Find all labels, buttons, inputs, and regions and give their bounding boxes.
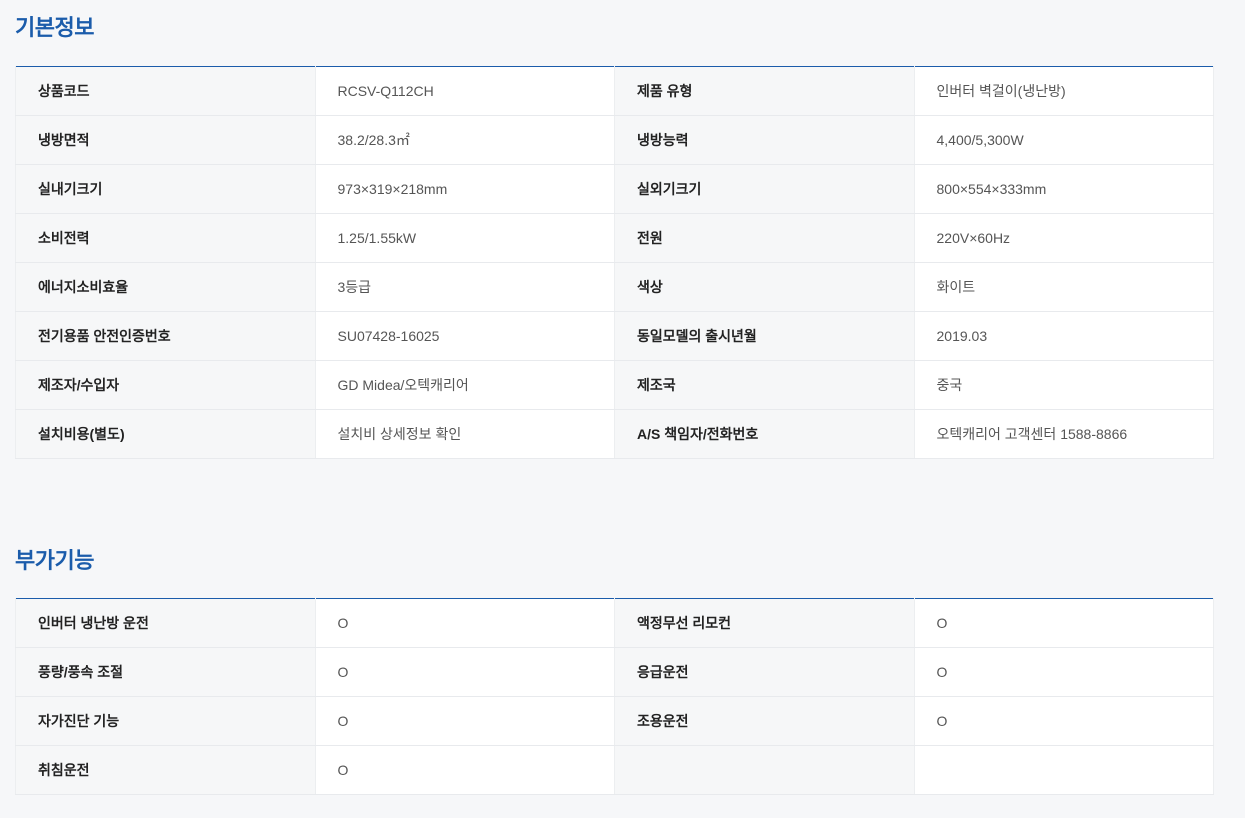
spec-value: 설치비 상세정보 확인 xyxy=(315,409,615,459)
basic-info-table: 상품코드 RCSV-Q112CH 제품 유형 인버터 벽걸이(냉난방) 냉방면적 38.2… xyxy=(15,66,1214,459)
spec-label: 동일모델의 출시년월 xyxy=(614,311,915,361)
spec-value: SU07428-16025 xyxy=(315,311,615,361)
table-row: 인버터 냉난방 운전 O 액정무선 리모컨 O xyxy=(15,598,1214,648)
table-row: 취침운전 O xyxy=(15,745,1214,795)
table-row: 제조자/수입자 GD Midea/오텍캐리어 제조국 중국 xyxy=(15,360,1214,410)
spec-label: 제조자/수입자 xyxy=(15,360,316,410)
spec-label: 실내기크기 xyxy=(15,164,316,214)
spec-value: O xyxy=(315,598,615,648)
spec-value: O xyxy=(315,745,615,795)
spec-value: O xyxy=(315,696,615,746)
spec-value: 오텍캐리어 고객센터 1588-8866 xyxy=(914,409,1214,459)
spec-label: 냉방면적 xyxy=(15,115,316,165)
spec-label: 전기용품 안전인증번호 xyxy=(15,311,316,361)
extra-features-title: 부가기능 xyxy=(15,548,94,573)
spec-label: 색상 xyxy=(614,262,915,312)
spec-value: 220V×60Hz xyxy=(914,213,1214,263)
spec-value: O xyxy=(914,696,1214,746)
table-row: 실내기크기 973×319×218mm 실외기크기 800×554×333mm xyxy=(15,164,1214,214)
spec-label: 자가진단 기능 xyxy=(15,696,316,746)
spec-value: 800×554×333mm xyxy=(914,164,1214,214)
basic-info-title: 기본정보 xyxy=(15,15,94,40)
spec-value: O xyxy=(914,647,1214,697)
spec-value: 4,400/5,300W xyxy=(914,115,1214,165)
table-row: 상품코드 RCSV-Q112CH 제품 유형 인버터 벽걸이(냉난방) xyxy=(15,66,1214,116)
spec-value: 38.2/28.3㎡ xyxy=(315,115,615,165)
table-row: 소비전력 1.25/1.55kW 전원 220V×60Hz xyxy=(15,213,1214,263)
spec-label: 실외기크기 xyxy=(614,164,915,214)
spec-value: 2019.03 xyxy=(914,311,1214,361)
spec-value: GD Midea/오텍캐리어 xyxy=(315,360,615,410)
spec-label: 제품 유형 xyxy=(614,66,915,116)
table-row: 에너지소비효율 3등급 색상 화이트 xyxy=(15,262,1214,312)
spec-label: 상품코드 xyxy=(15,66,316,116)
spec-label: 취침운전 xyxy=(15,745,316,795)
table-row: 자가진단 기능 O 조용운전 O xyxy=(15,696,1214,746)
spec-label: 에너지소비효율 xyxy=(15,262,316,312)
spec-label: 냉방능력 xyxy=(614,115,915,165)
table-row: 냉방면적 38.2/28.3㎡ 냉방능력 4,400/5,300W xyxy=(15,115,1214,165)
spec-value xyxy=(914,745,1214,795)
spec-value: 3등급 xyxy=(315,262,615,312)
spec-label: 전원 xyxy=(614,213,915,263)
extra-features-table: 인버터 냉난방 운전 O 액정무선 리모컨 O 풍량/풍속 조절 O 응급운전 O 자가진단 기… xyxy=(15,598,1214,795)
spec-label: 제조국 xyxy=(614,360,915,410)
spec-label: 응급운전 xyxy=(614,647,915,697)
spec-value: 화이트 xyxy=(914,262,1214,312)
table-row: 전기용품 안전인증번호 SU07428-16025 동일모델의 출시년월 2019.0… xyxy=(15,311,1214,361)
spec-label: 인버터 냉난방 운전 xyxy=(15,598,316,648)
spec-value: 인버터 벽걸이(냉난방) xyxy=(914,66,1214,116)
spec-value: O xyxy=(914,598,1214,648)
spec-label: 조용운전 xyxy=(614,696,915,746)
spec-label: 풍량/풍속 조절 xyxy=(15,647,316,697)
spec-value: RCSV-Q112CH xyxy=(315,66,615,116)
spec-label: 소비전력 xyxy=(15,213,316,263)
table-row: 풍량/풍속 조절 O 응급운전 O xyxy=(15,647,1214,697)
spec-value: O xyxy=(315,647,615,697)
spec-value: 중국 xyxy=(914,360,1214,410)
spec-value: 1.25/1.55kW xyxy=(315,213,615,263)
spec-label: 액정무선 리모컨 xyxy=(614,598,915,648)
spec-label: 설치비용(별도) xyxy=(15,409,316,459)
table-row: 설치비용(별도) 설치비 상세정보 확인 A/S 책임자/전화번호 오텍캐리어 고객센… xyxy=(15,409,1214,459)
spec-value: 973×319×218mm xyxy=(315,164,615,214)
spec-label: A/S 책임자/전화번호 xyxy=(614,409,915,459)
spec-label xyxy=(614,745,915,795)
